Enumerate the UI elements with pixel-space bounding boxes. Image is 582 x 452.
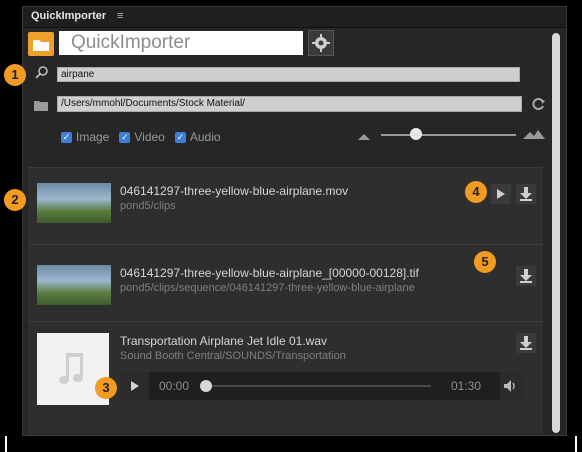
app-name-box: QuickImporter: [59, 31, 303, 55]
audio-checkbox[interactable]: ✓ Audio: [174, 130, 221, 144]
duration: 01:30: [451, 379, 482, 393]
refresh-icon[interactable]: [530, 96, 546, 112]
import-button[interactable]: [516, 266, 536, 286]
video-checkbox-label: Video: [134, 130, 165, 144]
panel-titlebar: QuickImporter ≡: [23, 7, 566, 28]
panel-title: QuickImporter: [31, 10, 107, 22]
search-icon: [35, 66, 48, 79]
import-button[interactable]: [516, 184, 536, 204]
play-button[interactable]: [491, 184, 511, 204]
settings-button[interactable]: [308, 30, 334, 56]
callout-1: 1: [4, 64, 26, 86]
callout-3: 3: [95, 377, 117, 399]
checkbox-check-icon: ✓: [61, 131, 72, 143]
list-item[interactable]: 046141297-three-yellow-blue-airplane.mov…: [28, 167, 543, 244]
folder-icon: [33, 40, 49, 51]
slider-track: [381, 134, 516, 136]
image-checkbox[interactable]: ✓ Image: [61, 130, 109, 144]
callout-2: 2: [4, 189, 26, 211]
video-thumbnail: [37, 183, 111, 223]
image-thumbnail: [37, 265, 111, 305]
file-path: pond5/clips: [120, 200, 176, 212]
edge-mark: [5, 436, 7, 452]
scroll-thumb[interactable]: [552, 33, 560, 433]
checkbox-check-icon: ✓: [174, 131, 186, 143]
edge-mark: [575, 436, 577, 452]
image-checkbox-label: Image: [76, 130, 110, 144]
download-icon: [520, 269, 532, 283]
file-name: Transportation Airplane Jet Idle 01.wav: [120, 334, 328, 348]
small-thumbnail-icon: [358, 134, 370, 140]
file-path: pond5/clips/sequence/046141297-three-yel…: [120, 282, 415, 294]
audio-player: 00:00 01:30: [121, 372, 522, 400]
scrollbar[interactable]: [552, 33, 560, 433]
gear-icon: [312, 34, 330, 52]
hamburger-icon[interactable]: ≡: [117, 10, 123, 22]
path-input[interactable]: /Users/mmohl/Documents/Stock Material/: [57, 96, 522, 112]
video-checkbox[interactable]: ✓ Video: [119, 130, 165, 144]
music-note-icon: [59, 353, 83, 384]
callout-5: 5: [474, 251, 496, 273]
audio-checkbox-label: Audio: [189, 130, 221, 144]
import-button[interactable]: [516, 333, 536, 353]
volume-button[interactable]: [500, 372, 522, 400]
list-item[interactable]: 046141297-three-yellow-blue-airplane_[00…: [28, 244, 543, 321]
quickimporter-panel: QuickImporter ≡ QuickImporter airpane /U…: [22, 6, 567, 436]
volume-icon: [504, 380, 515, 392]
play-icon: [497, 189, 505, 199]
audio-progress-thumb[interactable]: [200, 380, 212, 392]
thumbnail-size-slider[interactable]: [381, 128, 516, 142]
large-thumbnail-icon: [523, 130, 545, 139]
checkbox-check-icon: ✓: [119, 131, 131, 143]
download-icon: [520, 336, 532, 350]
audio-progress-track[interactable]: [206, 385, 431, 387]
filter-checkboxes: ✓ Image ✓ Video ✓ Audio: [61, 130, 221, 144]
current-time: 00:00: [159, 379, 190, 393]
search-input[interactable]: airpane: [57, 67, 520, 82]
download-icon: [520, 187, 532, 201]
file-path: Sound Booth Central/SOUNDS/Transportatio…: [120, 350, 346, 362]
audio-play-button[interactable]: [121, 372, 149, 400]
slider-thumb[interactable]: [410, 128, 422, 140]
file-name: 046141297-three-yellow-blue-airplane_[00…: [120, 266, 419, 280]
folder-button[interactable]: [28, 32, 54, 56]
folder-icon: [34, 101, 48, 111]
play-icon: [131, 381, 139, 391]
file-name: 046141297-three-yellow-blue-airplane.mov: [120, 184, 349, 198]
callout-4: 4: [465, 181, 487, 203]
